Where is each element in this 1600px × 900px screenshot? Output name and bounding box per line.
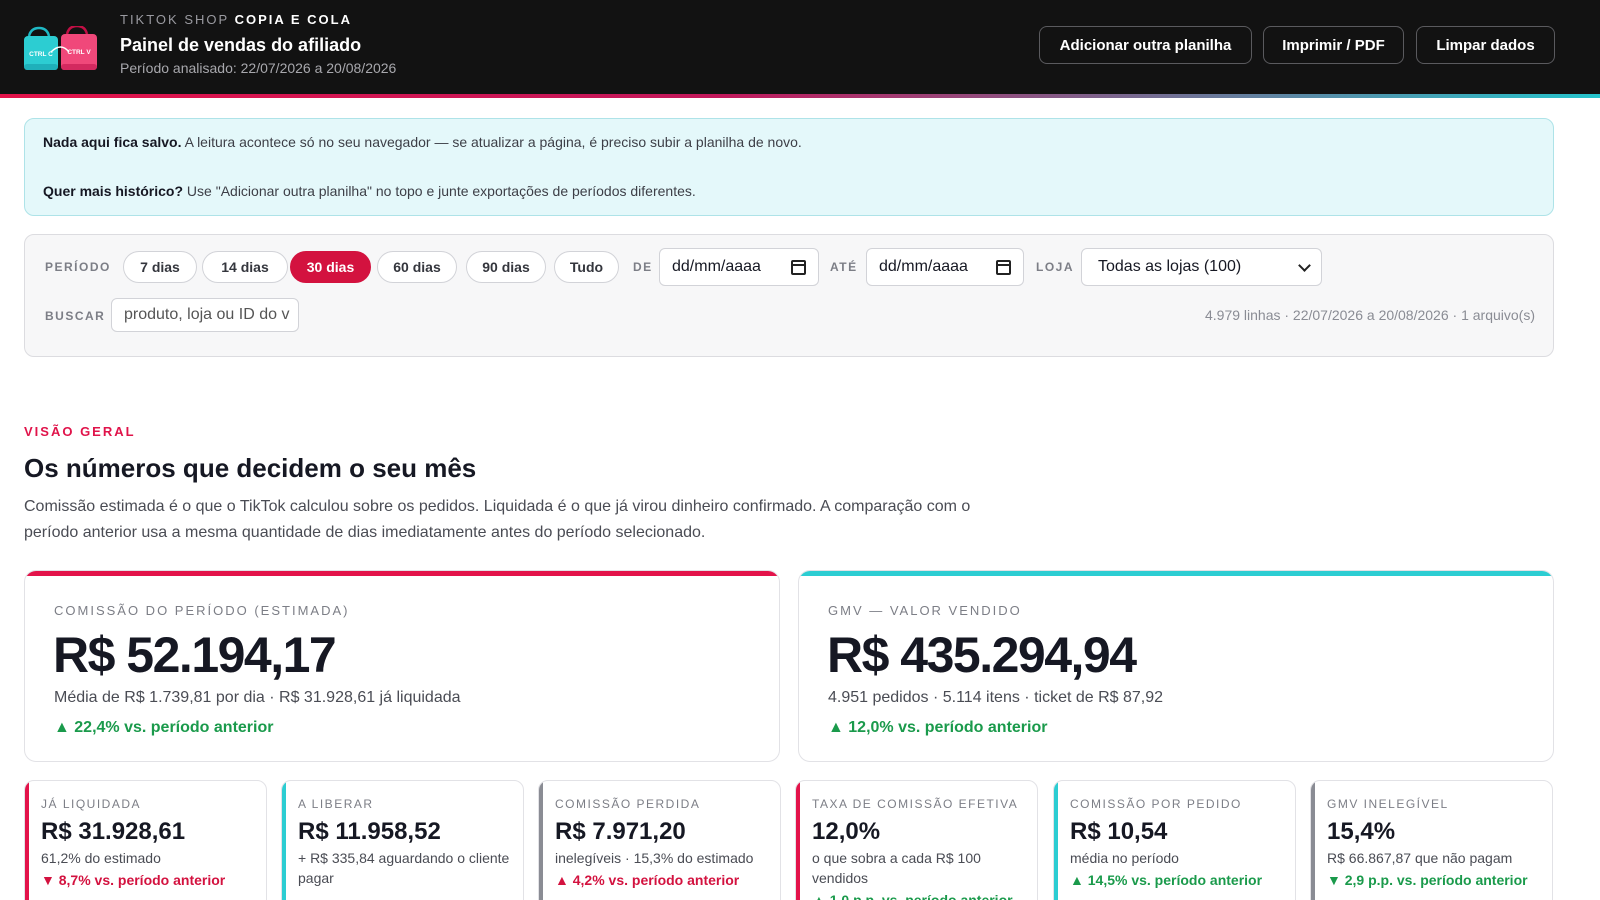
period-pill-30[interactable]: 30 dias: [290, 251, 371, 283]
effective-rate-card: TAXA DE COMISSÃO EFETIVA 12,0% o que sob…: [795, 780, 1038, 900]
card-value: R$ 7.971,20: [555, 818, 686, 845]
card-value: R$ 31.928,61: [41, 818, 186, 845]
section-description: Comissão estimada é o que o TikTok calcu…: [24, 498, 971, 541]
page-title: Painel de vendas do afiliado: [120, 35, 362, 55]
info-line-1-bold: Nada aqui fica salvo.: [43, 134, 182, 150]
card-delta: ▲ 14,5% vs. período anterior: [1070, 872, 1263, 888]
card-accent-bar: [799, 571, 1553, 576]
logo-text-right: CTRL V: [67, 49, 91, 56]
card-value: R$ 10,54: [1070, 818, 1168, 845]
card-delta: ▼ 2,9 p.p. vs. período anterior: [1327, 872, 1528, 888]
commission-card: COMISSÃO DO PERÍODO (ESTIMADA) R$ 52.194…: [24, 570, 780, 762]
card-accent-bar: [25, 781, 29, 900]
info-line-2-text: Use "Adicionar outra planilha" no topo e…: [183, 183, 696, 199]
card-value: R$ 52.194,17: [53, 627, 337, 683]
period-pill-7[interactable]: 7 dias: [123, 251, 197, 283]
card-delta: ▼ 8,7% vs. período anterior: [41, 872, 226, 888]
card-accent-bar: [1054, 781, 1058, 900]
period-pill-60[interactable]: 60 dias: [377, 251, 457, 283]
card-subtext: o que sobra a cada R$ 100 vendidos: [812, 850, 981, 886]
info-line-2: Quer mais histórico? Use "Adicionar outr…: [43, 183, 696, 199]
card-subtext: média no período: [1070, 850, 1179, 866]
calendar-icon[interactable]: [791, 260, 806, 275]
card-delta: ▲ 1,0 p.p. vs. período anterior: [812, 892, 1013, 900]
top-bar: CTRL C CTRL V TIKTOK SHOP COPIA E COLA P…: [0, 0, 1600, 94]
card-accent-bar: [539, 781, 543, 900]
store-select[interactable]: Todas as lojas (100): [1081, 248, 1322, 286]
from-date-value: dd/mm/aaaa: [672, 258, 761, 275]
header-accent-line: [0, 94, 1600, 98]
card-delta: ▲ 22,4% vs. período anterior: [54, 719, 274, 736]
card-value: 12,0%: [812, 818, 881, 845]
logo-text-left: CTRL C: [29, 51, 53, 58]
card-label: GMV INELEGÍVEL: [1327, 797, 1449, 811]
period-pill-all[interactable]: Tudo: [554, 251, 619, 283]
store-select-value: Todas as lojas (100): [1098, 258, 1242, 275]
card-subtext: inelegíveis · 15,3% do estimado: [555, 850, 754, 866]
brand-name: COPIA E COLA: [234, 12, 352, 27]
shopping-bags-logo-icon: CTRL C CTRL V: [24, 26, 97, 70]
info-line-1: Nada aqui fica salvo. A leitura acontece…: [43, 134, 802, 150]
gmv-card: GMV — VALOR VENDIDO R$ 435.294,94 4.951 …: [798, 570, 1554, 762]
card-value: R$ 435.294,94: [827, 627, 1137, 683]
card-accent-bar: [282, 781, 286, 900]
from-date-input[interactable]: dd/mm/aaaa: [659, 248, 819, 286]
card-accent-bar: [25, 571, 779, 576]
period-pill-14[interactable]: 14 dias: [202, 251, 288, 283]
search-label: BUSCAR: [45, 309, 106, 323]
data-summary: 4.979 linhas · 22/07/2026 a 20/08/2026 ·…: [1204, 307, 1535, 323]
chevron-down-icon: [1298, 259, 1311, 272]
info-notice: Nada aqui fica salvo. A leitura acontece…: [24, 118, 1554, 216]
card-subtext: Média de R$ 1.739,81 por dia · R$ 31.928…: [54, 689, 461, 706]
lost-commission-card: COMISSÃO PERDIDA R$ 7.971,20 inelegíveis…: [538, 780, 781, 900]
card-label: COMISSÃO DO PERÍODO (ESTIMADA): [54, 603, 350, 618]
search-input[interactable]: produto, loja ou ID do v: [111, 298, 299, 332]
section-title: Os números que decidem o seu mês: [24, 453, 477, 483]
card-value: 15,4%: [1327, 818, 1396, 845]
card-label: COMISSÃO POR PEDIDO: [1070, 797, 1242, 811]
to-release-card: A LIBERAR R$ 11.958,52 + R$ 335,84 aguar…: [281, 780, 524, 900]
card-accent-bar: [796, 781, 800, 900]
card-label: JÁ LIQUIDADA: [41, 797, 142, 811]
card-value: R$ 11.958,52: [298, 818, 441, 845]
card-label: GMV — VALOR VENDIDO: [828, 603, 1022, 618]
commission-per-order-card: COMISSÃO POR PEDIDO R$ 10,54 média no pe…: [1053, 780, 1296, 900]
to-date-input[interactable]: dd/mm/aaaa: [866, 248, 1024, 286]
brand: TIKTOK SHOP COPIA E COLA: [120, 12, 352, 27]
filter-panel: PERÍODO 7 dias 14 dias 30 dias 60 dias 9…: [24, 234, 1554, 357]
card-label: A LIBERAR: [298, 797, 374, 811]
info-line-2-bold: Quer mais histórico?: [43, 183, 184, 199]
print-pdf-button[interactable]: Imprimir / PDF: [1263, 26, 1404, 64]
period-label: PERÍODO: [45, 260, 111, 274]
card-label: TAXA DE COMISSÃO EFETIVA: [812, 797, 1019, 811]
period-pill-90[interactable]: 90 dias: [466, 251, 546, 283]
from-label: DE: [633, 260, 653, 274]
add-spreadsheet-button[interactable]: Adicionar outra planilha: [1039, 26, 1252, 64]
search-placeholder: produto, loja ou ID do v: [124, 306, 290, 323]
card-accent-bar: [1311, 781, 1315, 900]
calendar-icon[interactable]: [996, 260, 1011, 275]
brand-prefix: TIKTOK SHOP: [120, 12, 229, 27]
card-delta: ▲ 12,0% vs. período anterior: [828, 719, 1048, 736]
card-delta: ▲ 4,2% vs. período anterior: [555, 872, 740, 888]
card-subtext: + R$ 335,84 aguardando o cliente pagar: [298, 850, 510, 886]
to-date-value: dd/mm/aaaa: [879, 258, 968, 275]
card-subtext: R$ 66.867,87 que não pagam: [1327, 850, 1513, 866]
info-line-1-text: A leitura acontece só no seu navegador —…: [181, 134, 802, 150]
analyzed-period: Período analisado: 22/07/2026 a 20/08/20…: [120, 60, 397, 76]
card-label: COMISSÃO PERDIDA: [555, 797, 701, 811]
clear-data-button[interactable]: Limpar dados: [1416, 26, 1555, 64]
store-label: LOJA: [1036, 260, 1075, 274]
section-eyebrow: VISÃO GERAL: [24, 424, 136, 439]
card-subtext: 61,2% do estimado: [41, 850, 161, 866]
to-label: ATÉ: [830, 260, 858, 274]
ineligible-gmv-card: GMV INELEGÍVEL 15,4% R$ 66.867,87 que nã…: [1310, 780, 1553, 900]
card-subtext: 4.951 pedidos · 5.114 itens · ticket de …: [828, 689, 1164, 706]
settled-commission-card: JÁ LIQUIDADA R$ 31.928,61 61,2% do estim…: [24, 780, 267, 900]
